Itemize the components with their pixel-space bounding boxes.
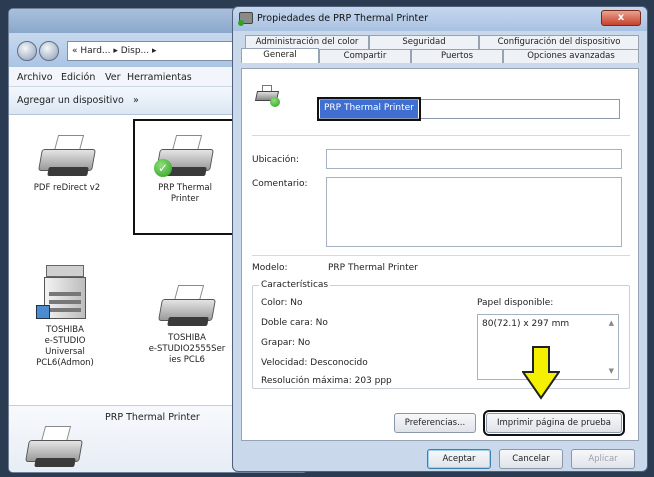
device-toshiba-2555[interactable]: TOSHIBA e-STUDIO2555Ser ies PCL6 [135,285,239,366]
tab-administracion-color[interactable]: Administración del color [245,35,369,49]
tab-puertos[interactable]: Puertos [411,49,503,63]
tab-strip: Administración del color Seguridad Confi… [241,35,639,69]
down-arrow-icon [522,346,560,400]
back-arrow-icon[interactable] [17,41,37,61]
feature-color: Color: No [261,298,303,308]
scroll-down-icon[interactable]: ▼ [609,367,614,375]
feature-staple: Grapar: No [261,338,311,348]
address-input[interactable]: « Hard... ▸ Disp... ▸ [67,41,247,61]
device-label: PDF reDirect v2 [33,183,101,193]
print-test-page-button[interactable]: Imprimir página de prueba [483,410,625,436]
forward-arrow-icon[interactable] [39,41,59,61]
printer-icon [23,426,85,470]
close-button[interactable]: x [601,10,641,26]
more-commands-button[interactable]: » [133,95,139,106]
add-device-button[interactable]: Agregar un dispositivo [17,95,124,106]
tab-general[interactable]: General [241,48,319,63]
printer-icon [156,285,218,329]
model-label: Modelo: [252,263,288,273]
divider [252,255,630,256]
device-pdf-redirect[interactable]: PDF reDirect v2 [27,135,107,194]
features-group: Características Color: No Doble cara: No… [252,280,630,389]
printer-icon [238,12,253,26]
preferences-button[interactable]: Preferencias... [394,413,476,433]
general-tab-panel: PRP Thermal Printer Ubicación: Comentari… [241,68,639,441]
printer-properties-dialog: Propiedades de PRP Thermal Printer x Adm… [232,6,648,472]
cancel-button[interactable]: Cancelar [499,449,563,469]
ok-button[interactable]: Aceptar [427,449,491,469]
tab-compartir[interactable]: Compartir [319,49,411,63]
device-label: TOSHIBA e-STUDIO Universal PCL6(Admon) [36,325,94,368]
menu-archivo[interactable]: Archivo [17,72,53,83]
features-title: Características [259,280,331,290]
printer-icon [254,85,282,107]
copier-icon [36,265,90,321]
device-label: TOSHIBA e-STUDIO2555Ser ies PCL6 [148,333,226,365]
tab-seguridad[interactable]: Seguridad [369,35,479,49]
location-label: Ubicación: [252,155,299,165]
device-toshiba-universal[interactable]: TOSHIBA e-STUDIO Universal PCL6(Admon) [23,265,107,369]
device-prp-thermal[interactable]: ✓ PRP Thermal Printer [141,135,229,205]
feature-speed: Velocidad: Desconocido [261,358,368,368]
comment-input[interactable] [326,177,622,247]
divider [252,135,630,136]
feature-duplex: Doble cara: No [261,318,328,328]
device-label: PRP Thermal Printer [158,183,212,204]
apply-button[interactable]: Aplicar [571,449,635,469]
scroll-up-icon[interactable]: ▲ [609,319,614,327]
dialog-titlebar: Propiedades de PRP Thermal Printer x [233,7,647,31]
paper-item[interactable]: 80(72.1) x 297 mm [482,319,569,329]
printer-icon [36,135,98,179]
menu-edicion[interactable]: Edición [61,72,95,83]
network-badge-icon [36,305,50,319]
printer-name-selected-text[interactable]: PRP Thermal Printer [317,97,421,121]
dialog-title: Propiedades de PRP Thermal Printer [257,13,428,24]
comment-label: Comentario: [252,179,308,189]
printer-icon: ✓ [154,135,216,179]
model-value: PRP Thermal Printer [328,263,418,273]
tab-configuracion-dispositivo[interactable]: Configuración del dispositivo [479,35,639,49]
details-device-name: PRP Thermal Printer [105,412,200,423]
default-check-icon: ✓ [154,159,172,177]
feature-resolution: Resolución máxima: 203 ppp [261,376,392,386]
paper-available-label: Papel disponible: [477,298,554,308]
location-input[interactable] [326,149,622,169]
tab-opciones-avanzadas[interactable]: Opciones avanzadas [503,49,639,63]
menu-ver[interactable]: Ver [105,72,121,83]
menu-herramientas[interactable]: Herramientas [127,72,192,83]
